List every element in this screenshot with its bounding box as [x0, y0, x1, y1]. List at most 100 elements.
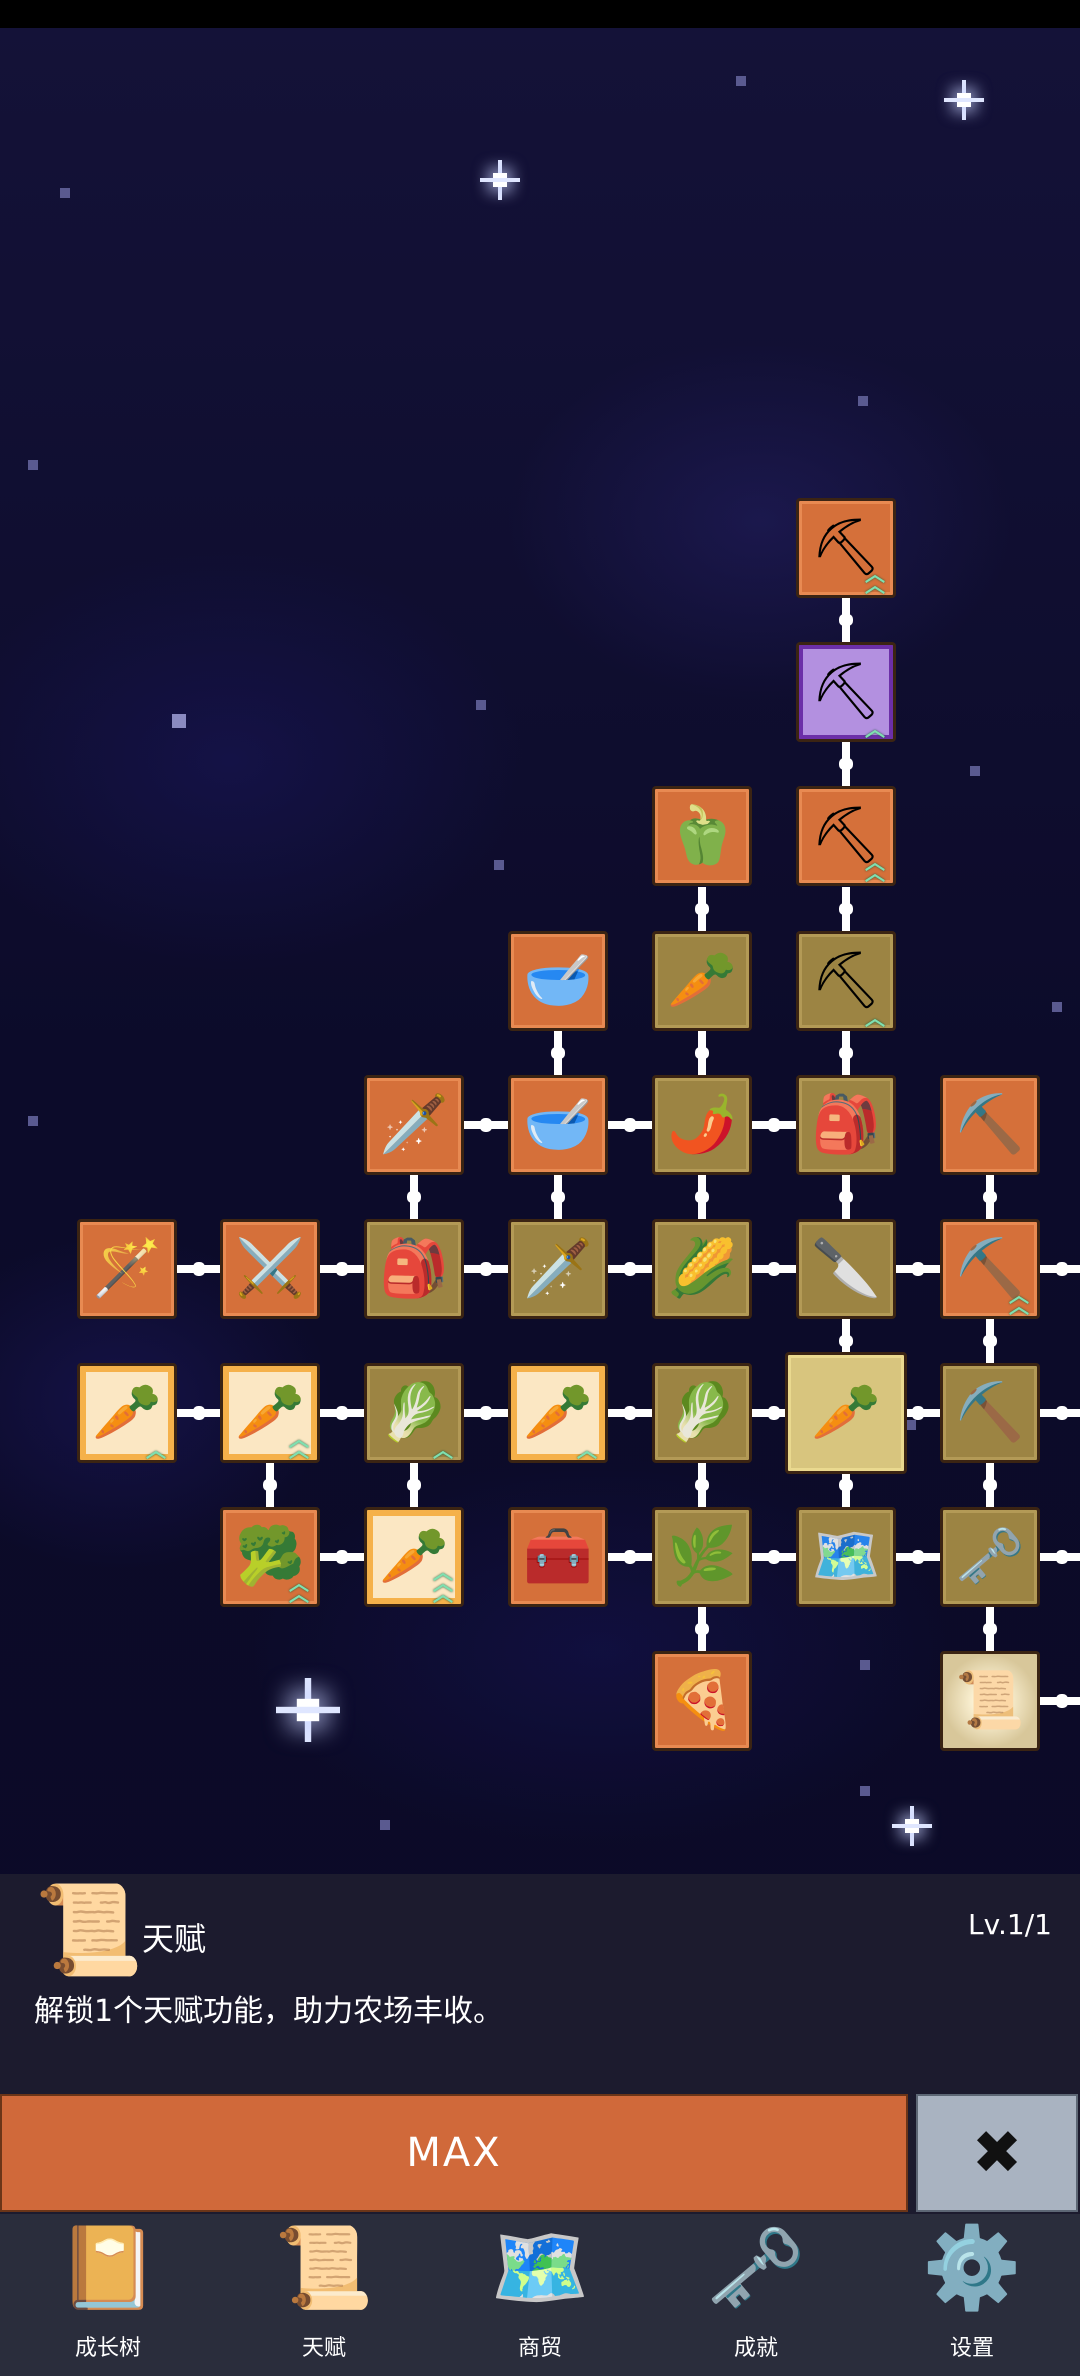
talent-scroll-node[interactable]: 📜 — [940, 1651, 1040, 1751]
star-icon — [860, 1786, 870, 1796]
tree-connector — [1040, 1262, 1080, 1276]
tree-connector — [608, 1262, 652, 1276]
upgrade-arrow-icon: ︿ — [865, 1006, 885, 1030]
dagger-node[interactable]: 🔪 — [796, 1219, 896, 1319]
tree-connector — [608, 1118, 652, 1132]
status-bar — [0, 0, 1080, 28]
nav-item-trade[interactable]: 🗺️ 商贸 — [432, 2214, 648, 2376]
nav-label: 商贸 — [517, 2336, 562, 2361]
map-icon: 🗺️ — [490, 2221, 590, 2314]
nav-label: 成就 — [733, 2336, 778, 2361]
tree-connector — [896, 1550, 940, 1564]
tree-connector — [320, 1550, 364, 1564]
tree-connector — [839, 742, 853, 786]
nav-label: 成长树 — [74, 2336, 141, 2361]
radish-node[interactable]: 🥕 — [652, 931, 752, 1031]
sparkle-icon — [276, 1678, 340, 1742]
star-icon — [494, 860, 504, 870]
pickaxe-icon: ⛏️ — [955, 1380, 1025, 1445]
corn-icon: 🌽 — [667, 1236, 737, 1301]
nav-label: 天赋 — [301, 2336, 346, 2361]
star-icon — [172, 714, 186, 728]
tree-connector — [983, 1607, 997, 1651]
bowl-node[interactable]: 🥣 — [508, 931, 608, 1031]
chest-node[interactable]: 🧰 — [508, 1507, 608, 1607]
carrot-upgrade-node[interactable]: 🥕 ︿ ︿ ︿ — [364, 1507, 464, 1607]
carrot-upgrade-node[interactable]: 🥕 ︿ — [508, 1363, 608, 1463]
tree-connector — [608, 1550, 652, 1564]
sparkle-icon — [944, 80, 984, 120]
nav-item-growth-tree[interactable]: 📔 成长树 — [0, 2214, 216, 2376]
staff-node[interactable]: 🪄 — [77, 1219, 177, 1319]
game-screen: ⛏ ︿ ︿ ⛏ ︿ ⛏ ︿ ︿ 🫑 🥣 🥕 ⛏ ︿ 🗡️ 🥣 🌶️ 🎒 ⛏️ 🪄 ⚔️ 🎒 🗡️ 🌽 🔪 ⛏️ ︿ ︿ 🥕 ︿ 🥕 ︿ ︿ 🥬 ︿… — [0, 0, 1080, 2376]
carrot-upgrade-node[interactable]: 🥕 ︿ — [77, 1363, 177, 1463]
shovel-icon: ⛏ — [810, 948, 882, 1013]
shovel-upgrade-node[interactable]: ⛏ ︿ ︿ — [796, 786, 896, 886]
carrot-root-node[interactable]: 🥕 — [785, 1352, 907, 1474]
cabbage-icon: 🥬 — [379, 1380, 449, 1445]
pickaxe-upgrade-node[interactable]: ⛏️ ︿ ︿ — [940, 1219, 1040, 1319]
tree-connector — [176, 1262, 221, 1276]
tree-connector — [263, 1463, 277, 1507]
broccoli-upgrade-node[interactable]: 🥦 ︿ ︿ — [220, 1507, 320, 1607]
pickaxe-node[interactable]: ⛏️ — [940, 1075, 1040, 1175]
leek-node[interactable]: 🌿 — [652, 1507, 752, 1607]
max-button[interactable]: MAX — [0, 2094, 908, 2212]
star-icon — [476, 700, 486, 710]
map-icon: 🗺️ — [811, 1524, 881, 1589]
chili-icon: 🌶️ — [667, 1092, 737, 1157]
backpack-node[interactable]: 🎒 — [796, 1075, 896, 1175]
pickaxe-icon: ⛏️ — [955, 1092, 1025, 1157]
upgrade-arrow-icon: ︿ — [577, 1438, 597, 1462]
tree-connector — [695, 1607, 709, 1651]
backpack-node[interactable]: 🎒 — [364, 1219, 464, 1319]
chili-node[interactable]: 🌶️ — [652, 1075, 752, 1175]
detail-panel: 📜 天赋 Lv.1/1 解锁1个天赋功能，助力农场丰收。 MAX ✖ 📔 成长树… — [0, 1874, 1080, 2376]
tree-connector — [1040, 1694, 1080, 1708]
cabbage-node[interactable]: 🥬 — [652, 1363, 752, 1463]
nav-item-talent[interactable]: 📜 天赋 — [216, 2214, 432, 2376]
shovel-upgrade-node[interactable]: ⛏ ︿ — [796, 931, 896, 1031]
carrot-upgrade-node[interactable]: 🥕 ︿ ︿ — [220, 1363, 320, 1463]
dagger-icon: 🔪 — [811, 1236, 881, 1301]
sword-node[interactable]: ⚔️ — [220, 1219, 320, 1319]
tree-connector — [407, 1175, 421, 1219]
shovel-upgrade-node[interactable]: ⛏ ︿ — [796, 642, 896, 742]
tree-connector — [320, 1406, 364, 1420]
tree-connector — [695, 1463, 709, 1507]
star-icon — [60, 188, 70, 198]
pizza-node[interactable]: 🍕 — [652, 1651, 752, 1751]
tree-connector — [983, 1175, 997, 1219]
radish-icon: 🥕 — [667, 948, 737, 1013]
pepper-node[interactable]: 🫑 — [652, 786, 752, 886]
key-node[interactable]: 🗝️ — [940, 1507, 1040, 1607]
treasure-chest-icon: 🧰 — [523, 1524, 593, 1589]
nav-label: 设置 — [949, 2336, 994, 2361]
sword-node[interactable]: 🗡️ — [508, 1219, 608, 1319]
tree-connector — [464, 1406, 508, 1420]
bowl-node[interactable]: 🥣 — [508, 1075, 608, 1175]
star-icon — [1052, 1002, 1062, 1012]
sword-node[interactable]: 🗡️ — [364, 1075, 464, 1175]
tree-connector — [839, 886, 853, 931]
corn-node[interactable]: 🌽 — [652, 1219, 752, 1319]
tree-connector — [695, 886, 709, 931]
upgrade-arrow-icon: ︿ ︿ — [865, 850, 885, 885]
pizza-icon: 🍕 — [667, 1668, 737, 1733]
tree-connector — [839, 598, 853, 642]
shovel-upgrade-node[interactable]: ⛏ ︿ ︿ — [796, 498, 896, 598]
talent-level: Lv.1/1 — [968, 1908, 1052, 1941]
close-button[interactable]: ✖ — [916, 2094, 1078, 2212]
cabbage-upgrade-node[interactable]: 🥬 ︿ — [364, 1363, 464, 1463]
star-icon — [736, 76, 746, 86]
key-icon: 🗝️ — [955, 1524, 1025, 1589]
map-node[interactable]: 🗺️ — [796, 1507, 896, 1607]
nav-item-settings[interactable]: ⚙️ 设置 — [864, 2214, 1080, 2376]
upgrade-arrow-icon: ︿ ︿ — [289, 1427, 309, 1462]
tree-connector — [695, 1175, 709, 1219]
book-icon: 📔 — [58, 2221, 158, 2314]
nav-item-achievements[interactable]: 🗝️ 成就 — [648, 2214, 864, 2376]
close-icon: ✖ — [971, 2118, 1023, 2188]
pickaxe-node[interactable]: ⛏️ — [940, 1363, 1040, 1463]
tree-connector — [464, 1118, 508, 1132]
